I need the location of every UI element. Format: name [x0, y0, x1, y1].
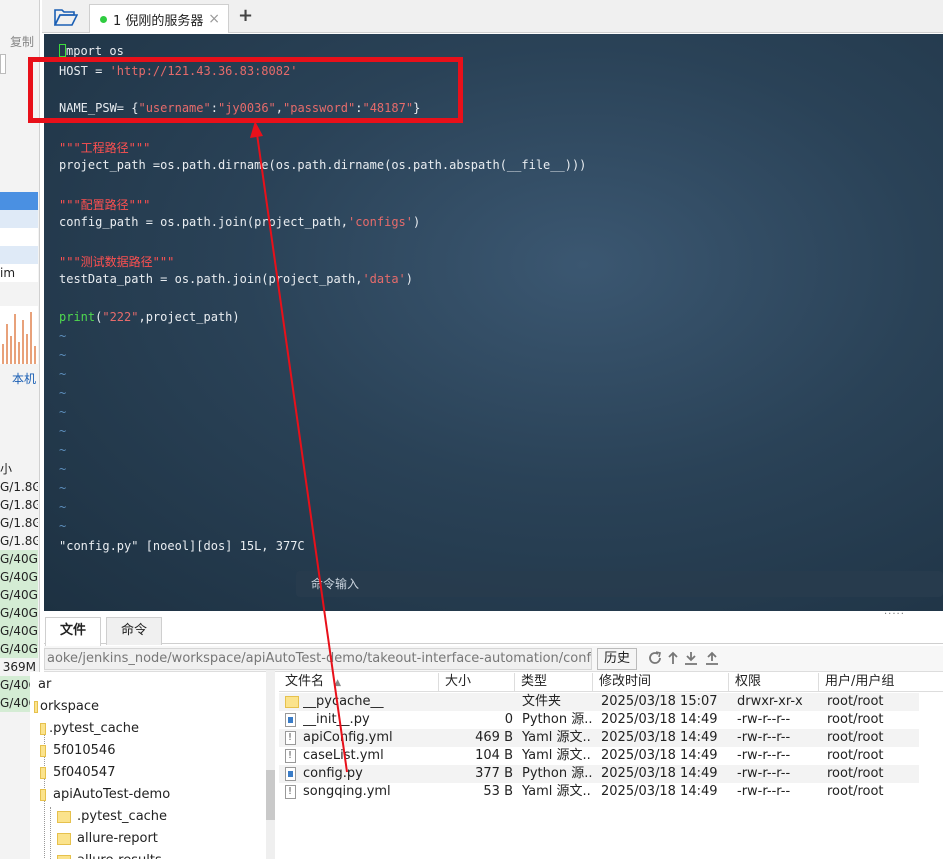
disk-stat: G/1.8G	[0, 534, 38, 548]
python-file-icon	[285, 767, 296, 781]
file-row[interactable]: apiConfig.yml 469 B Yaml 源文... 2025/03/1…	[279, 729, 919, 747]
connected-status-dot	[100, 15, 107, 23]
file-row[interactable]: __init__.py 0 Python 源... 2025/03/18 14:…	[279, 711, 919, 729]
empty-line-tilde: ~	[59, 443, 67, 457]
copy-label[interactable]: 复制	[10, 33, 34, 50]
tree-node[interactable]: .pytest_cache	[57, 806, 167, 828]
disk-stat: G/40G	[0, 622, 38, 640]
empty-line-tilde: ~	[59, 481, 67, 495]
empty-line-tilde: ~	[59, 519, 67, 533]
code-line-print: print("222",project_path)	[59, 310, 240, 324]
disk-stat: G/40G	[0, 568, 38, 586]
left-row[interactable]	[0, 228, 38, 246]
code-comment-testdata: """测试数据路径"""	[59, 255, 175, 269]
tree-node[interactable]: 5f010546	[40, 740, 115, 762]
path-input[interactable]: aoke/jenkins_node/workspace/apiAutoTest-…	[44, 648, 592, 670]
command-input[interactable]: 命令输入	[296, 571, 943, 597]
empty-line-tilde: ~	[59, 367, 67, 381]
left-row[interactable]	[0, 246, 38, 264]
tree-node[interactable]: allure-report	[57, 828, 158, 850]
history-button[interactable]: 历史	[597, 648, 638, 670]
tab-commands[interactable]: 命令	[106, 617, 163, 645]
tree-scrollbar-thumb[interactable]	[266, 770, 275, 820]
code-line-project-path: project_path =os.path.dirname(os.path.di…	[59, 158, 587, 172]
empty-line-tilde: ~	[59, 348, 67, 362]
folder-icon	[285, 696, 299, 708]
add-tab-icon[interactable]: +	[238, 5, 253, 26]
local-machine-link[interactable]: 本机	[12, 370, 36, 387]
file-row[interactable]: __pycache__ 文件夹 2025/03/18 15:07 drwxr-x…	[279, 693, 919, 711]
yaml-file-icon	[285, 783, 296, 801]
file-row[interactable]: songqing.yml 53 B Yaml 源文... 2025/03/18 …	[279, 783, 919, 801]
column-permissions[interactable]: 权限	[729, 673, 819, 691]
code-line-import: mport os	[59, 44, 124, 58]
disk-stat: G/40G	[0, 586, 38, 604]
tree-scrollbar[interactable]	[266, 670, 275, 859]
code-comment-project: """工程路径"""	[59, 141, 151, 155]
text-cursor	[59, 44, 66, 57]
column-mtime[interactable]: 修改时间	[593, 673, 729, 691]
python-file-icon	[285, 713, 296, 727]
tab-label: 1 倪刚的服务器	[113, 13, 204, 29]
column-name[interactable]: 文件名 ▲	[279, 673, 439, 691]
bottom-tab-bar: 文件 命令	[44, 614, 943, 646]
tab-server-session[interactable]: 1 倪刚的服务器 ×	[89, 4, 229, 33]
annotation-highlight-box	[28, 57, 463, 123]
tree-node[interactable]: .pytest_cache	[40, 718, 139, 740]
code-comment-config: """配置路径"""	[59, 198, 151, 212]
tab-files[interactable]: 文件	[45, 617, 102, 646]
disk-stat: G/40G	[0, 604, 38, 622]
disk-stat: G/40G	[0, 550, 38, 568]
left-row[interactable]	[0, 210, 38, 228]
tree-node-selected[interactable]: apiAutoTest-demo	[40, 784, 170, 806]
column-type[interactable]: 类型	[515, 673, 593, 691]
code-line-config-path: config_path = os.path.join(project_path,…	[59, 215, 421, 229]
empty-line-tilde: ~	[59, 424, 67, 438]
vim-status-line: "config.py" [noeol][dos] 15L, 377C	[59, 539, 305, 553]
tree-node[interactable]: orkspace	[34, 696, 99, 718]
disk-stat: G/40G	[0, 640, 38, 658]
left-row-text[interactable]: im	[0, 264, 38, 282]
yaml-file-icon	[285, 729, 296, 747]
empty-line-tilde: ~	[59, 405, 67, 419]
size-header: 小	[0, 462, 13, 476]
up-directory-icon[interactable]	[665, 649, 681, 667]
upload-icon[interactable]	[704, 649, 720, 667]
tree-node[interactable]: allure-results	[57, 850, 162, 859]
usage-graph	[0, 306, 38, 364]
empty-line-tilde: ~	[59, 500, 67, 514]
open-folder-icon[interactable]	[54, 7, 78, 27]
left-input-box[interactable]	[0, 54, 6, 74]
disk-stat: G/1.8G	[0, 480, 38, 494]
column-size[interactable]: 大小	[439, 673, 515, 691]
path-bar: aoke/jenkins_node/workspace/apiAutoTest-…	[44, 646, 943, 672]
column-owner[interactable]: 用户/用户组	[819, 673, 943, 691]
left-row-selected[interactable]	[0, 192, 38, 210]
empty-line-tilde: ~	[59, 386, 67, 400]
session-tab-bar: 1 倪刚的服务器 × +	[42, 0, 943, 33]
disk-stat: G/1.8G	[0, 498, 38, 512]
file-list-header: 文件名 ▲ 大小 类型 修改时间 权限 用户/用户组	[279, 672, 943, 692]
file-list: 文件名 ▲ 大小 类型 修改时间 权限 用户/用户组 __pycache__ 文…	[279, 672, 943, 859]
sftp-terminal-window: 复制 im 本机 小 G/1.8G G/1.8G G/1.8G G/1.8G G…	[0, 0, 943, 859]
sort-arrow-icon: ▲	[334, 678, 342, 688]
empty-line-tilde: ~	[59, 462, 67, 476]
tree-node[interactable]: 5f040547	[40, 762, 115, 784]
yaml-file-icon	[285, 747, 296, 765]
disk-stat: G/1.8G	[0, 516, 38, 530]
refresh-icon[interactable]	[647, 649, 663, 667]
code-line-testdata-path: testData_path = os.path.join(project_pat…	[59, 272, 414, 286]
file-row[interactable]: config.py 377 B Python 源... 2025/03/18 1…	[279, 765, 919, 783]
file-row[interactable]: caseList.yml 104 B Yaml 源文... 2025/03/18…	[279, 747, 919, 765]
close-tab-icon[interactable]: ×	[208, 11, 220, 27]
directory-tree: ar orkspace .pytest_cache 5f010546 5f040…	[30, 672, 275, 859]
tree-node[interactable]: ar	[38, 674, 51, 696]
download-icon[interactable]	[683, 649, 699, 667]
empty-line-tilde: ~	[59, 329, 67, 343]
